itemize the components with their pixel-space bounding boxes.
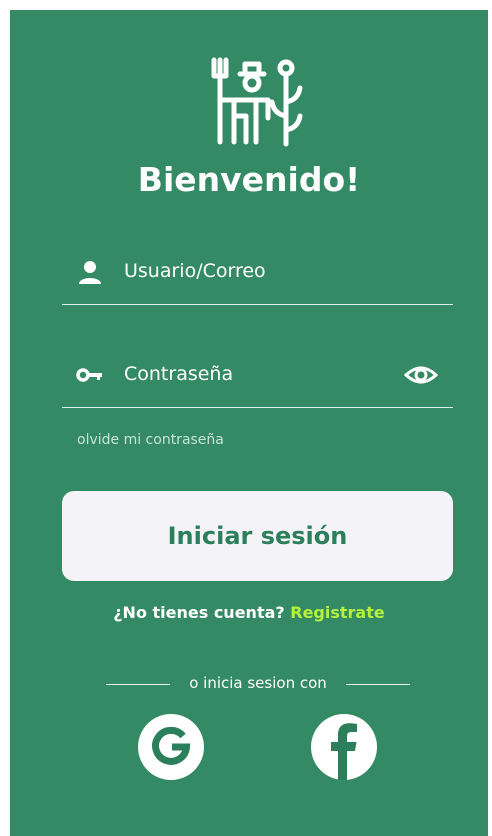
divider-line-right — [346, 684, 410, 685]
register-link[interactable]: Registrate — [290, 603, 384, 622]
password-placeholder: Contraseña — [124, 363, 234, 385]
password-field[interactable]: Contraseña — [62, 351, 452, 399]
google-icon — [152, 726, 191, 765]
social-divider: o inicia sesion con — [106, 674, 410, 694]
welcome-title: Bienvenido! — [137, 160, 361, 199]
eye-icon[interactable] — [404, 361, 438, 389]
forgot-password-link[interactable]: olvide mi contraseña — [77, 432, 224, 448]
google-login-button[interactable] — [138, 714, 204, 780]
user-icon — [79, 261, 101, 284]
username-underline — [62, 304, 453, 305]
username-placeholder: Usuario/Correo — [124, 260, 266, 282]
social-divider-text: o inicia sesion con — [189, 674, 327, 692]
login-button[interactable]: Iniciar sesión — [62, 491, 453, 581]
register-prompt: ¿No tienes cuenta? Registrate — [10, 603, 488, 622]
password-underline — [62, 407, 453, 408]
facebook-icon — [331, 723, 357, 780]
facebook-login-button[interactable] — [311, 714, 377, 780]
farmer-icon — [211, 57, 303, 147]
key-icon — [76, 368, 102, 382]
register-question: ¿No tienes cuenta? — [113, 603, 285, 622]
login-screen: Bienvenido! Usuario/Correo Contraseña ol… — [10, 10, 488, 836]
username-field[interactable]: Usuario/Correo — [62, 248, 452, 296]
